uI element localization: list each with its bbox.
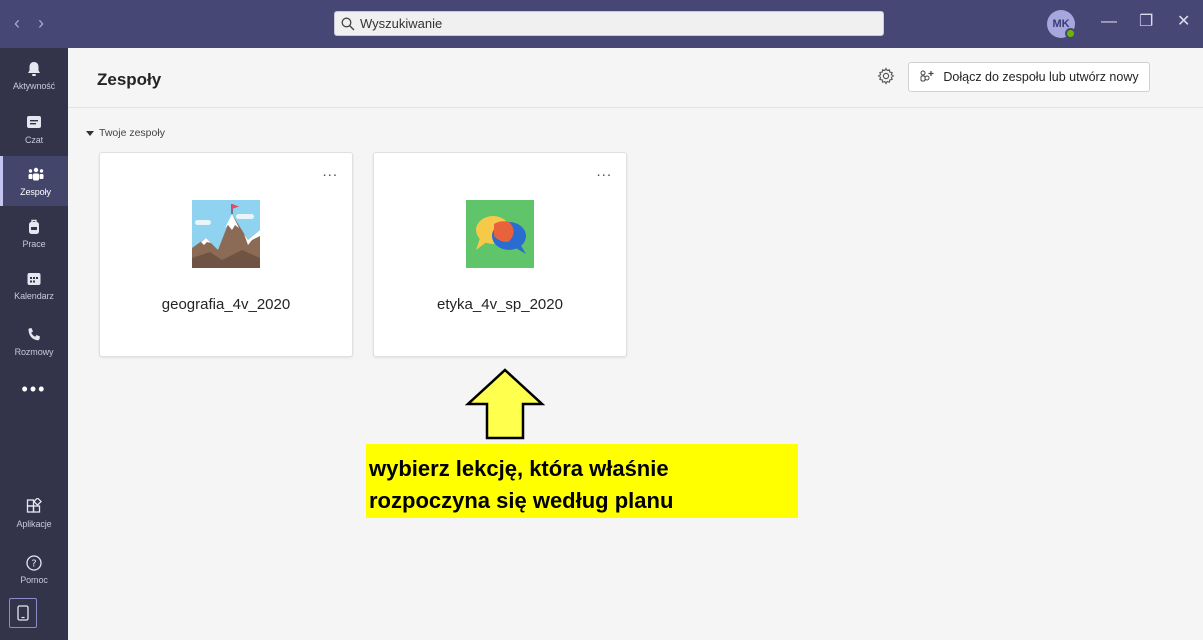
rail-item-calls[interactable]: Rozmowy xyxy=(0,316,68,366)
mobile-phone-icon xyxy=(17,605,29,621)
rail-item-chat[interactable]: Czat xyxy=(0,104,68,154)
rail-more-button[interactable]: ••• xyxy=(0,364,68,414)
caret-down-icon xyxy=(86,130,94,136)
your-teams-toggle[interactable]: Twoje zespoły xyxy=(86,127,165,139)
bell-icon xyxy=(28,61,40,76)
rail-item-teams[interactable]: Zespoły xyxy=(0,156,68,206)
join-or-create-team-button[interactable]: Dołącz do zespołu lub utwórz nowy xyxy=(908,62,1150,92)
search-input[interactable]: Wyszukiwanie xyxy=(334,11,884,36)
rail-item-apps[interactable]: Aplikacje xyxy=(0,488,68,538)
search-icon xyxy=(341,17,355,30)
forward-icon[interactable]: › xyxy=(38,13,44,33)
join-button-label: Dołącz do zespołu lub utwórz nowy xyxy=(943,70,1139,84)
mobile-device-button[interactable] xyxy=(9,598,37,628)
team-card-geografia[interactable]: ... geografia_4v_2020 xyxy=(99,152,353,357)
minimize-button[interactable]: — xyxy=(1101,12,1117,32)
calendar-icon xyxy=(27,272,41,285)
app-rail: Aktywność Czat Zespoły Prace Kalendarz R… xyxy=(0,48,68,640)
instruction-note: wybierz lekcję, która właśnie rozpoczyna… xyxy=(366,444,798,518)
teams-icon xyxy=(28,167,43,180)
more-icon: ••• xyxy=(21,379,47,399)
rail-item-assignments[interactable]: Prace xyxy=(0,208,68,258)
page-header: Zespoły Dołącz do zespołu lub utwórz now… xyxy=(68,48,1203,108)
svg-text:?: ? xyxy=(31,558,36,569)
backpack-icon xyxy=(29,219,39,234)
nav-arrows: ‹ › xyxy=(14,13,44,33)
mountain-icon xyxy=(192,200,260,268)
team-card-etyka[interactable]: ... etyka_4v_sp_2020 xyxy=(373,152,627,357)
rail-item-help[interactable]: ? Pomoc xyxy=(0,544,68,594)
team-name: etyka_4v_sp_2020 xyxy=(437,296,563,313)
rail-label: Kalendarz xyxy=(14,290,54,301)
more-options-icon[interactable]: ... xyxy=(322,163,338,180)
rail-item-activity[interactable]: Aktywność xyxy=(0,50,68,100)
title-bar: ‹ › Wyszukiwanie MK — ❐ ✕ xyxy=(0,0,1203,48)
close-button[interactable]: ✕ xyxy=(1177,12,1190,32)
rail-label: Pomoc xyxy=(20,574,48,585)
add-team-icon xyxy=(920,70,934,82)
rail-item-calendar[interactable]: Kalendarz xyxy=(0,260,68,310)
more-options-icon[interactable]: ... xyxy=(596,163,612,180)
maximize-button[interactable]: ❐ xyxy=(1139,12,1153,32)
section-label: Twoje zespoły xyxy=(99,127,165,139)
apps-icon xyxy=(26,497,42,513)
up-arrow-annotation xyxy=(465,368,545,440)
rail-label: Aplikacje xyxy=(16,518,52,529)
presence-status-icon xyxy=(1065,28,1076,39)
instruction-line-1: wybierz lekcję, która właśnie xyxy=(369,456,669,481)
rail-label: Czat xyxy=(24,134,44,145)
rail-label: Zespoły xyxy=(20,186,51,197)
team-name: geografia_4v_2020 xyxy=(161,296,291,313)
phone-icon xyxy=(28,327,40,340)
chat-icon xyxy=(27,115,41,128)
instruction-line-2: rozpoczyna się według planu xyxy=(369,488,674,513)
back-icon[interactable]: ‹ xyxy=(14,13,20,33)
rail-label: Aktywność xyxy=(12,80,56,91)
rail-label: Prace xyxy=(22,238,46,249)
speech-bubbles-icon xyxy=(466,200,534,268)
page-title: Zespoły xyxy=(97,70,162,89)
rail-label: Rozmowy xyxy=(14,346,54,357)
help-icon: ? xyxy=(26,554,42,571)
gear-icon[interactable] xyxy=(876,66,896,86)
search-placeholder: Wyszukiwanie xyxy=(360,16,443,31)
